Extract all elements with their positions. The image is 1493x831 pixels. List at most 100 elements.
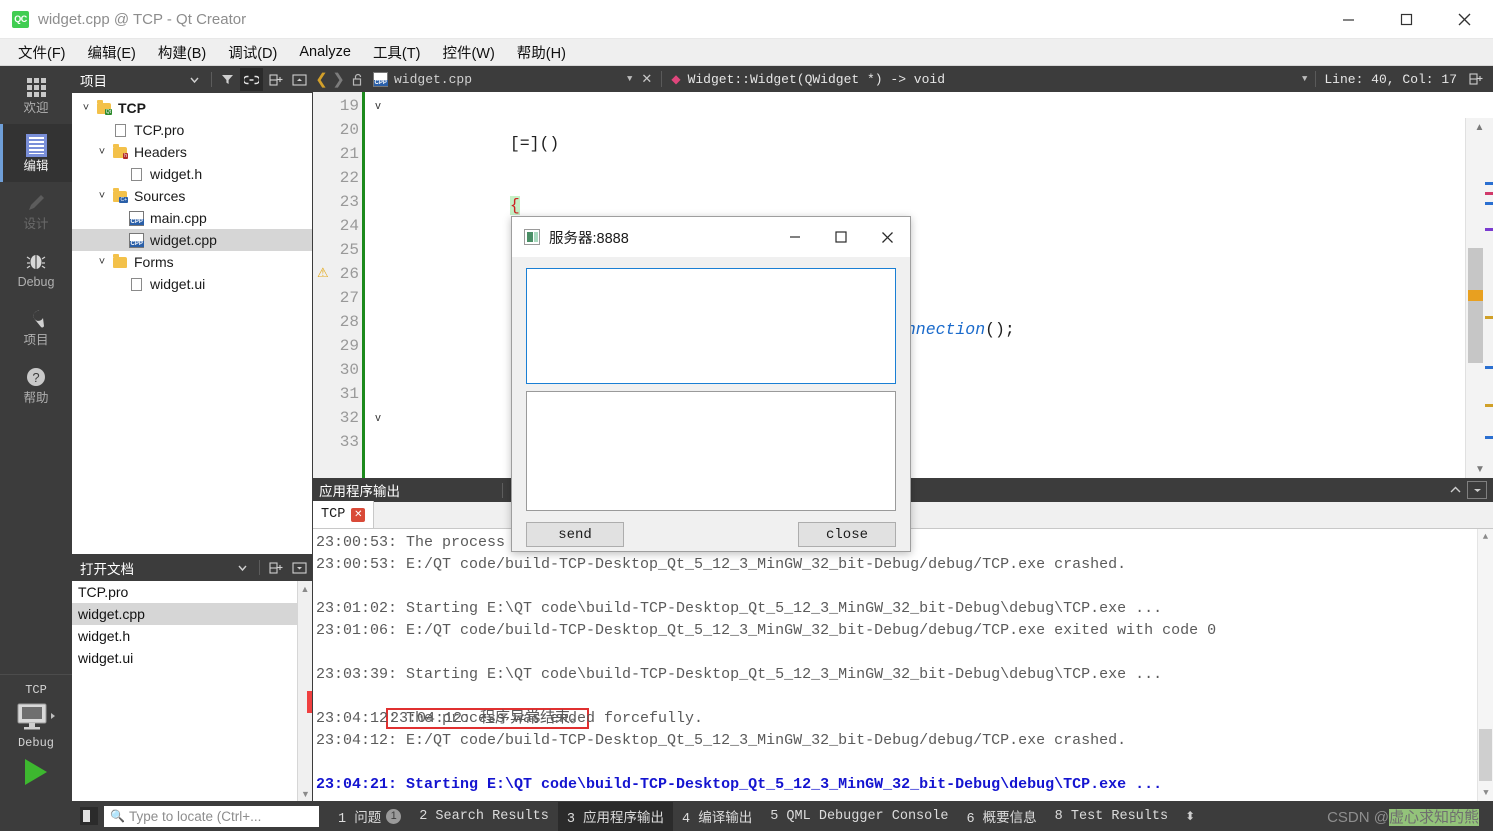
chevron-down-icon[interactable]: ˅ [94, 146, 110, 158]
status-badge: 1 [386, 808, 402, 824]
split-icon[interactable] [1465, 73, 1487, 85]
open-documents-list: TCP.pro widget.cpp widget.h widget.ui [72, 581, 312, 669]
link-icon[interactable] [240, 68, 263, 91]
scroll-down-icon[interactable]: ▼ [1466, 460, 1493, 478]
grid-icon [26, 75, 46, 99]
tab-issues[interactable]: 1 问题 1 [329, 802, 410, 831]
scroll-down-icon[interactable]: ▼ [298, 786, 313, 801]
unlock-icon[interactable] [347, 73, 369, 86]
run-button[interactable] [0, 750, 72, 794]
chevron-down-icon[interactable]: ▼ [1302, 74, 1307, 84]
fold-toggle[interactable]: v [365, 406, 391, 430]
server-dialog-window[interactable]: 服务器:8888 send close [511, 216, 911, 552]
watermark-author: 虚心求知的熊 [1388, 809, 1479, 826]
line-number: 25 [339, 241, 359, 259]
menu-debug[interactable]: 调试(D) [218, 40, 287, 65]
search-input[interactable]: 🔍 Type to locate (Ctrl+... [104, 805, 319, 827]
tree-item-label: TCP.pro [134, 122, 185, 138]
code-token: { [509, 196, 520, 215]
mode-welcome[interactable]: 欢迎 [0, 66, 72, 124]
tree-item-forms[interactable]: ˅ Forms [72, 251, 312, 273]
close-panel-icon[interactable] [288, 556, 311, 579]
menu-file[interactable]: 文件(F) [8, 40, 76, 65]
menu-analyze[interactable]: Analyze [289, 42, 361, 62]
scrollbar-thumb[interactable] [1479, 729, 1492, 781]
tab-application-output[interactable]: 3 应用程序输出 [557, 801, 674, 831]
cpp-folder-icon: C+ [110, 187, 130, 203]
mode-projects[interactable]: 项目 [0, 298, 72, 356]
tree-item-tcp[interactable]: ˅ Qt TCP [72, 97, 312, 119]
split-icon[interactable] [264, 68, 287, 91]
back-arrow-icon[interactable]: ❮ [313, 70, 330, 89]
minimize-icon[interactable] [1319, 0, 1377, 39]
close-icon[interactable] [864, 217, 910, 258]
output-text-area[interactable]: 23:00:53: The process was ended forceful… [313, 529, 1493, 801]
tab-compile-output[interactable]: 4 编译输出 [673, 802, 761, 831]
send-button[interactable]: send [526, 522, 624, 547]
minimize-icon[interactable] [772, 217, 818, 258]
sidebar-toggle-icon[interactable] [80, 807, 98, 825]
menu-help[interactable]: 帮助(H) [507, 40, 576, 65]
tree-item-main-cpp[interactable]: CPP main.cpp [72, 207, 312, 229]
open-doc-item[interactable]: widget.h [72, 625, 312, 647]
tab-search-results[interactable]: 2 Search Results [410, 805, 558, 828]
receive-textedit[interactable] [526, 268, 896, 384]
close-icon[interactable]: ✕ [641, 72, 652, 87]
open-doc-item[interactable]: TCP.pro [72, 581, 312, 603]
scroll-up-icon[interactable]: ▲ [298, 581, 312, 596]
editor-filename[interactable]: widget.cpp [394, 72, 472, 87]
maximize-icon[interactable] [1377, 0, 1435, 39]
chevron-down-icon[interactable] [183, 68, 206, 91]
close-panel-icon[interactable] [288, 68, 311, 91]
menu-build[interactable]: 构建(B) [148, 40, 216, 65]
editor-scrollbar[interactable]: ▲ ▼ [1465, 118, 1493, 478]
fold-toggle[interactable]: v [365, 94, 391, 118]
close-icon[interactable] [1435, 0, 1493, 39]
open-documents-scrollbar[interactable]: ▲ ▼ [297, 581, 312, 801]
editor-symbol-selector[interactable]: Widget::Widget(QWidget *) -> void [688, 72, 945, 87]
open-doc-item[interactable]: widget.ui [72, 647, 312, 669]
scroll-down-icon[interactable]: ▼ [1478, 785, 1493, 801]
tab-qml-debugger-console[interactable]: 5 QML Debugger Console [761, 805, 957, 828]
chevron-down-icon[interactable] [231, 556, 254, 579]
scroll-up-icon[interactable]: ▲ [1478, 529, 1493, 545]
output-scrollbar[interactable]: ▲ ▼ [1477, 529, 1493, 801]
tree-item-widget-cpp[interactable]: CPP widget.cpp [72, 229, 312, 251]
tab-test-results[interactable]: 8 Test Results [1046, 805, 1177, 828]
mode-design[interactable]: 设计 [0, 182, 72, 240]
menu-tools[interactable]: 工具(T) [363, 40, 431, 65]
tree-item-sources[interactable]: ˅ C+ Sources [72, 185, 312, 207]
chevron-down-icon[interactable]: ˅ [94, 190, 110, 202]
tree-item-headers[interactable]: ˅ h Headers [72, 141, 312, 163]
mode-debug[interactable]: Debug [0, 240, 72, 298]
split-icon[interactable] [264, 556, 287, 579]
updown-icon[interactable]: ⬍ [1185, 809, 1195, 824]
mode-edit[interactable]: 编辑 [0, 124, 72, 182]
send-textedit[interactable] [526, 391, 896, 511]
close-button[interactable]: close [798, 522, 896, 547]
mode-help[interactable]: ? 帮助 [0, 356, 72, 414]
menu-edit[interactable]: 编辑(E) [78, 40, 146, 65]
output-tab-tcp[interactable]: TCP ✕ [313, 501, 375, 528]
warning-icon[interactable]: ⚠ [317, 265, 329, 283]
chevron-up-icon[interactable] [1443, 479, 1467, 501]
cpp-file-icon: CPP [126, 232, 146, 248]
tree-item-widget-ui[interactable]: widget.ui [72, 273, 312, 295]
menu-window[interactable]: 控件(W) [432, 40, 504, 65]
tree-item-widget-h[interactable]: widget.h [72, 163, 312, 185]
close-icon[interactable]: ✕ [351, 507, 366, 522]
forward-arrow-icon[interactable]: ❯ [330, 70, 347, 89]
scrollbar-thumb[interactable] [1468, 248, 1483, 363]
tree-item-tcp-pro[interactable]: TCP.pro [72, 119, 312, 141]
tab-summary-info[interactable]: 6 概要信息 [957, 802, 1045, 831]
target-selector-button[interactable] [14, 701, 58, 736]
maximize-icon[interactable] [818, 217, 864, 258]
maximize-pane-icon[interactable] [1467, 481, 1487, 499]
line-number-text: 26 [339, 265, 359, 283]
filter-icon[interactable] [216, 68, 239, 91]
chevron-down-icon[interactable]: ▼ [627, 74, 632, 84]
chevron-down-icon[interactable]: ˅ [78, 102, 94, 114]
scroll-up-icon[interactable]: ▲ [1466, 118, 1493, 136]
open-doc-item[interactable]: widget.cpp [72, 603, 312, 625]
chevron-down-icon[interactable]: ˅ [94, 256, 110, 268]
